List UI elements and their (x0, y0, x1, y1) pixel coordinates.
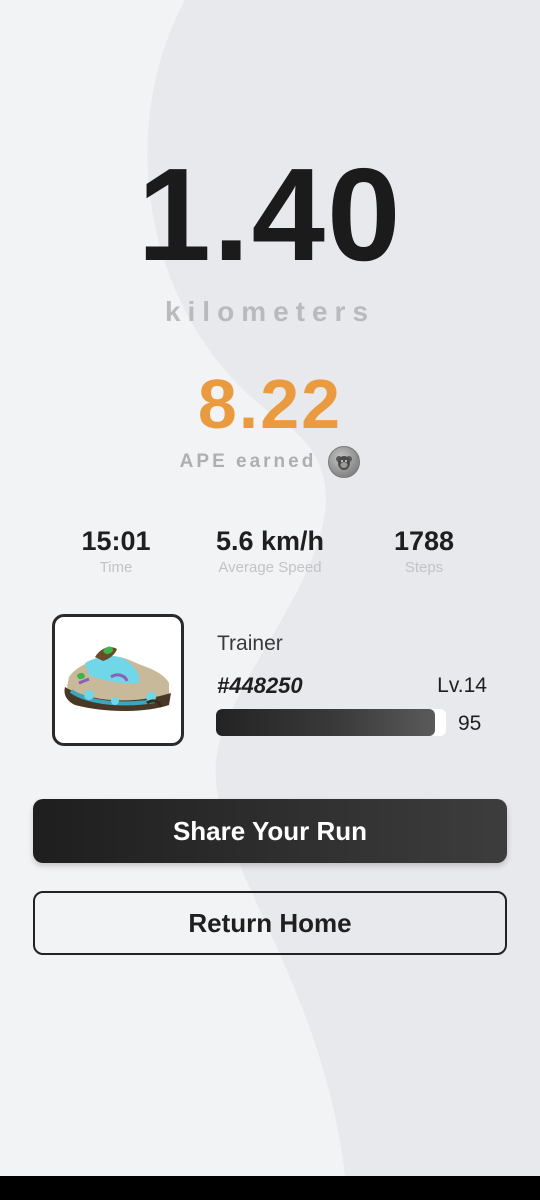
stat-time-value: 15:01 (81, 526, 151, 556)
ape-earned-label: APE earned (179, 451, 317, 472)
durability-bar (216, 709, 446, 736)
durability-bar-fill (216, 709, 435, 736)
run-summary-screen: 1.40 kilometers 8.22 APE earned 15:01 Ti… (0, 0, 540, 1176)
ape-earned-row: APE earned (0, 446, 540, 478)
durability-value: 95 (458, 712, 482, 735)
trainer-card[interactable] (52, 614, 184, 746)
trainer-label: Trainer (217, 632, 283, 655)
return-home-button[interactable]: Return Home (33, 891, 507, 955)
system-navigation-bar (0, 1176, 540, 1200)
stat-steps: 1788 Steps (334, 524, 514, 578)
stat-average-speed-value: 5.6 km/h (215, 526, 325, 556)
stat-steps-label: Steps (404, 559, 444, 576)
stat-time: 15:01 Time (26, 524, 206, 578)
stat-time-label: Time (99, 559, 133, 576)
share-run-button[interactable]: Share Your Run (33, 799, 507, 863)
stat-average-speed-label: Average Speed (218, 559, 322, 576)
stat-average-speed: 5.6 km/h Average Speed (180, 524, 360, 578)
distance-unit: kilometers (164, 296, 376, 327)
trainer-token-id: #448250 (217, 673, 303, 698)
sneaker-image (64, 646, 171, 711)
distance-value: 1.40 (137, 141, 403, 288)
stat-steps-value: 1788 (393, 526, 455, 556)
trainer-level: Lv.14 (437, 674, 487, 697)
run-stats: 15:01 Time 5.6 km/h Average Speed 1788 S… (0, 524, 540, 584)
ape-earned-amount: 8.22 (197, 365, 343, 443)
ape-coin-icon (328, 446, 361, 478)
